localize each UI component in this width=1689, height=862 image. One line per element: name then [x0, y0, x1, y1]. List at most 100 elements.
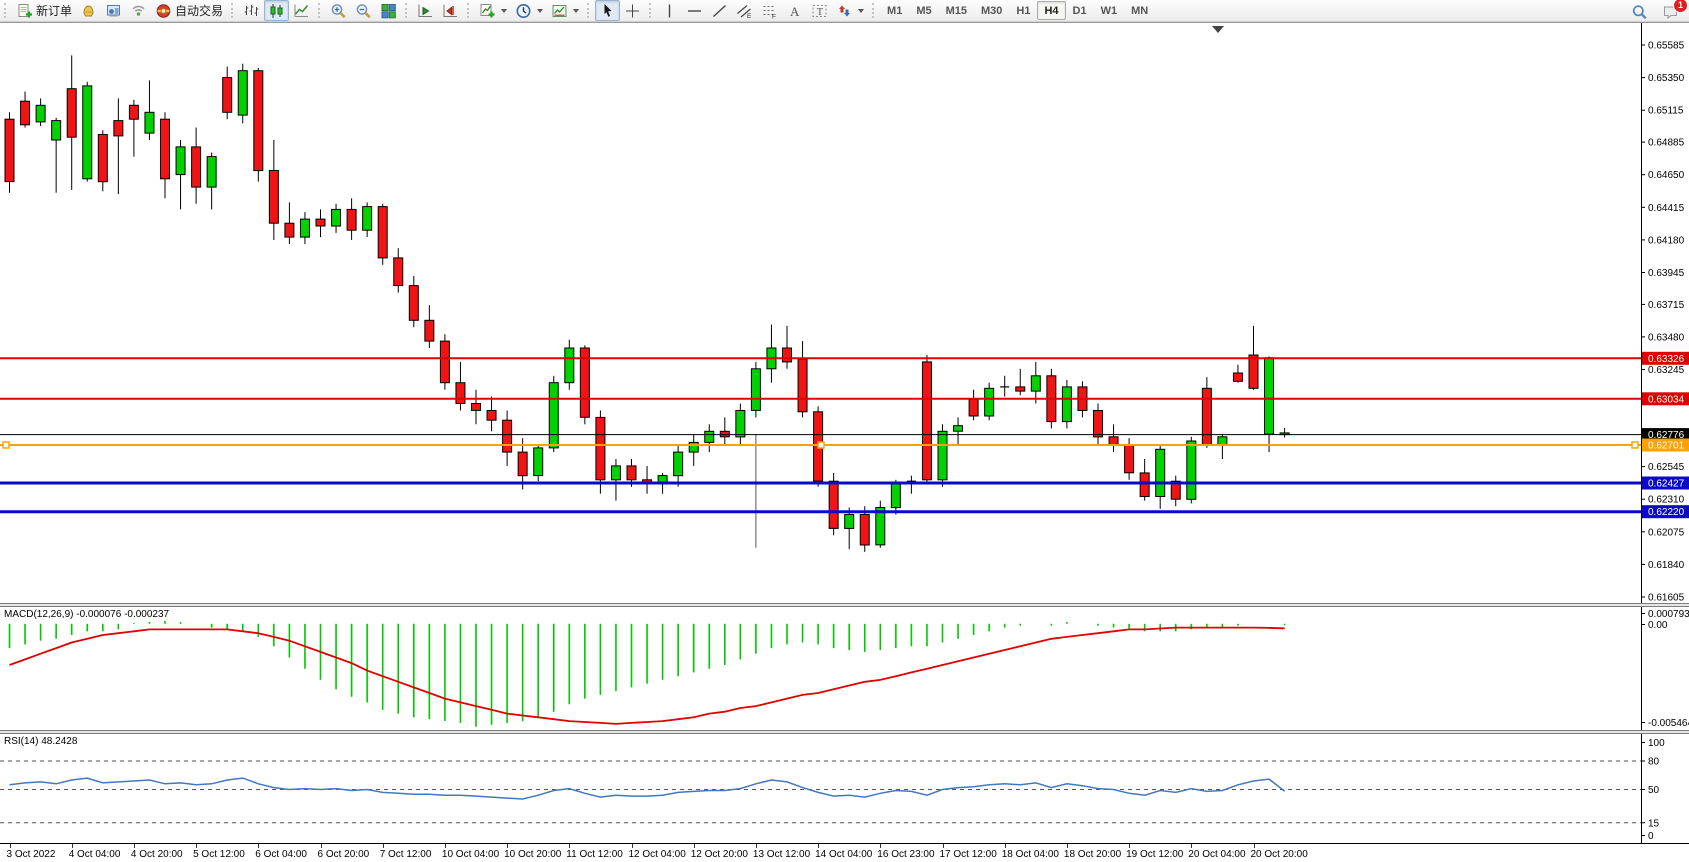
line-handle[interactable] [3, 442, 9, 448]
toolbar-grip [231, 3, 236, 18]
toolbar-grip [405, 3, 410, 18]
dropdown-caret-icon[interactable] [858, 9, 864, 13]
time-tick [134, 844, 135, 848]
chart-candles-button[interactable] [264, 0, 289, 21]
price-tick-label: 0.63245 [1648, 365, 1685, 376]
candle-body [891, 483, 900, 508]
text-button[interactable]: A [782, 0, 807, 21]
timeframe-m15-button[interactable]: M15 [939, 1, 974, 20]
timeframe-m1-button[interactable]: M1 [880, 1, 909, 20]
time-tick [445, 844, 446, 848]
candle-body [705, 431, 714, 442]
templates-button[interactable] [547, 0, 583, 21]
candle-body [969, 399, 978, 416]
price-chart-panel[interactable]: 0.655850.653500.651150.648850.646500.644… [0, 23, 1689, 603]
text-label-icon: T [811, 3, 828, 19]
timeframe-m5-button[interactable]: M5 [909, 1, 938, 20]
data-window-button[interactable] [101, 0, 126, 21]
candle-body [83, 86, 92, 179]
rsi-panel[interactable]: RSI(14) 48.2428 1008050150 [0, 734, 1689, 843]
timeframe-d1-button[interactable]: D1 [1066, 1, 1094, 20]
price-level-badge-label: 0.62701 [1648, 441, 1685, 452]
candle-body [1202, 388, 1211, 445]
new-order-label: 新订单 [36, 2, 72, 19]
time-tick [632, 844, 633, 848]
svg-text:E: E [747, 13, 752, 19]
price-tick-label: 0.64415 [1648, 203, 1685, 214]
add-indicator-button[interactable] [475, 0, 511, 21]
price-tick-label: 0.62545 [1648, 462, 1685, 473]
candle-body [1109, 437, 1118, 445]
timeframe-w1-button[interactable]: W1 [1094, 1, 1125, 20]
notifications-button[interactable]: 1 [1658, 1, 1683, 22]
market-watch-icon [80, 3, 97, 19]
line-handle[interactable] [1632, 442, 1638, 448]
crosshair-button[interactable] [620, 0, 645, 21]
autotrading-button[interactable]: 自动交易 [151, 0, 227, 21]
cursor-button[interactable] [595, 0, 620, 21]
candle-body [518, 452, 527, 476]
candle-body [1218, 437, 1227, 445]
auto-scroll-button[interactable] [413, 0, 438, 21]
chart-line-button[interactable] [289, 0, 314, 21]
price-tick-label: 0.65115 [1648, 106, 1684, 117]
candle-body [52, 121, 61, 140]
candle-body [238, 71, 247, 115]
candle-body [736, 411, 745, 437]
toolbar-grip [4, 3, 9, 18]
svg-text:F: F [772, 13, 776, 19]
horizontal-line-button[interactable] [682, 0, 707, 21]
candle-body [472, 404, 481, 411]
line-handle[interactable] [818, 442, 824, 448]
search-icon [1631, 4, 1648, 20]
market-watch-button[interactable] [76, 0, 101, 21]
equidistant-channel-button[interactable]: E [732, 0, 757, 21]
periods-button[interactable] [511, 0, 547, 21]
time-label: 12 Oct 04:00 [629, 849, 686, 860]
rsi-tick-label: 50 [1648, 785, 1660, 796]
chart-shift-icon [442, 3, 459, 19]
fibonacci-button[interactable]: F [757, 0, 782, 21]
tile-windows-button[interactable] [376, 0, 401, 21]
dropdown-caret-icon[interactable] [537, 9, 543, 13]
time-axis[interactable]: 3 Oct 20224 Oct 04:004 Oct 20:005 Oct 12… [0, 843, 1689, 862]
candle-body [1031, 376, 1040, 391]
time-label: 4 Oct 04:00 [69, 849, 121, 860]
candle-body [487, 411, 496, 421]
dropdown-caret-icon[interactable] [501, 9, 507, 13]
time-label: 19 Oct 12:00 [1126, 849, 1183, 860]
candle-body [5, 119, 14, 181]
candle-body [503, 420, 512, 452]
time-tick [943, 844, 944, 848]
time-label: 6 Oct 20:00 [318, 849, 370, 860]
toolbar-grip [872, 3, 877, 18]
time-label: 20 Oct 04:00 [1188, 849, 1245, 860]
svg-text:A: A [790, 4, 800, 19]
crosshair-icon [624, 3, 641, 19]
time-label: 10 Oct 20:00 [504, 849, 561, 860]
time-label: 10 Oct 04:00 [442, 849, 499, 860]
arrows-button[interactable] [832, 0, 868, 21]
dropdown-caret-icon[interactable] [573, 9, 579, 13]
timeframe-m30-button[interactable]: M30 [974, 1, 1009, 20]
zoom-out-button[interactable] [351, 0, 376, 21]
candle-body [129, 105, 138, 119]
macd-panel[interactable]: MACD(12,26,9) -0.000076 -0.000237 0.0007… [0, 607, 1689, 730]
timeframe-h4-button[interactable]: H4 [1037, 1, 1065, 20]
trading-terminal: 新订单自动交易EFATM1M5M15M30H1H4D1W1MN1 ▼ AUDUS… [0, 0, 1689, 862]
timeframe-h1-button[interactable]: H1 [1009, 1, 1037, 20]
chart-shift-button[interactable] [438, 0, 463, 21]
new-order-icon [16, 3, 33, 19]
timeframe-mn-button[interactable]: MN [1124, 1, 1155, 20]
toolbar-grip [318, 3, 323, 18]
search-button[interactable] [1627, 1, 1652, 22]
new-order-button[interactable]: 新订单 [12, 0, 76, 21]
trend-line-button[interactable] [707, 0, 732, 21]
vertical-line-button[interactable] [657, 0, 682, 21]
chart-bars-button[interactable] [239, 0, 264, 21]
zoom-in-button[interactable] [326, 0, 351, 21]
signals-button[interactable] [126, 0, 151, 21]
text-label-button[interactable]: T [807, 0, 832, 21]
horizontal-line-icon [686, 3, 703, 19]
candle-body [300, 219, 309, 237]
